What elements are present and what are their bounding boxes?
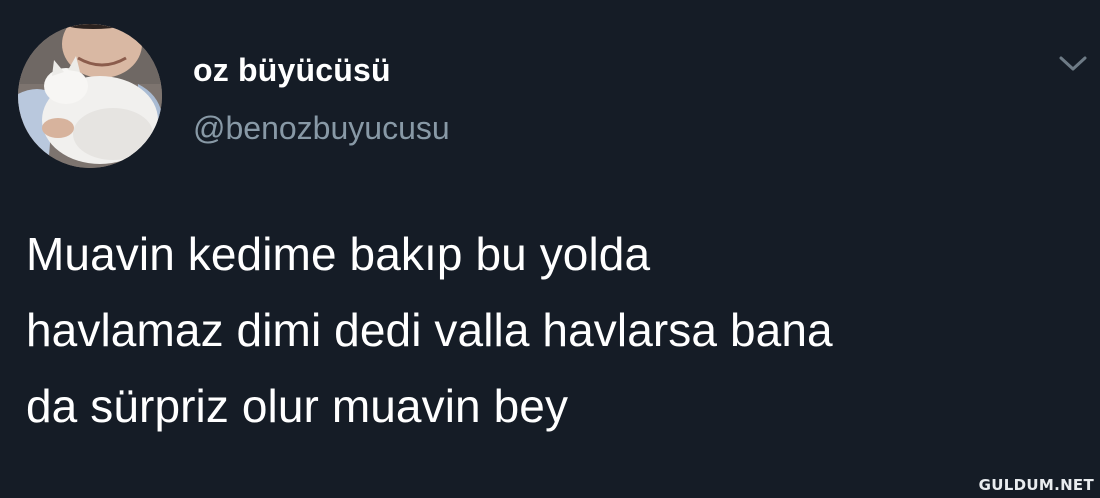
chevron-down-icon[interactable]: [1056, 48, 1090, 78]
avatar-image: [18, 24, 162, 168]
author-handle[interactable]: @benozbuyucusu: [193, 110, 450, 147]
avatar[interactable]: [18, 24, 162, 168]
tweet-text-line: da sürpriz olur muavin bey: [26, 380, 569, 432]
tweet-text-line: Muavin kedime bakıp bu yolda: [26, 228, 651, 280]
watermark: GULDUM.NET: [978, 476, 1094, 494]
tweet-card: oz büyücüsü @benozbuyucusu Muavin kedime…: [0, 0, 1100, 498]
tweet-text-line: havlamaz dimi dedi valla havlarsa bana: [26, 304, 833, 356]
tweet-text: Muavin kedime bakıp bu yolda havlamaz di…: [26, 216, 1086, 444]
author-display-name[interactable]: oz büyücüsü: [193, 52, 391, 89]
